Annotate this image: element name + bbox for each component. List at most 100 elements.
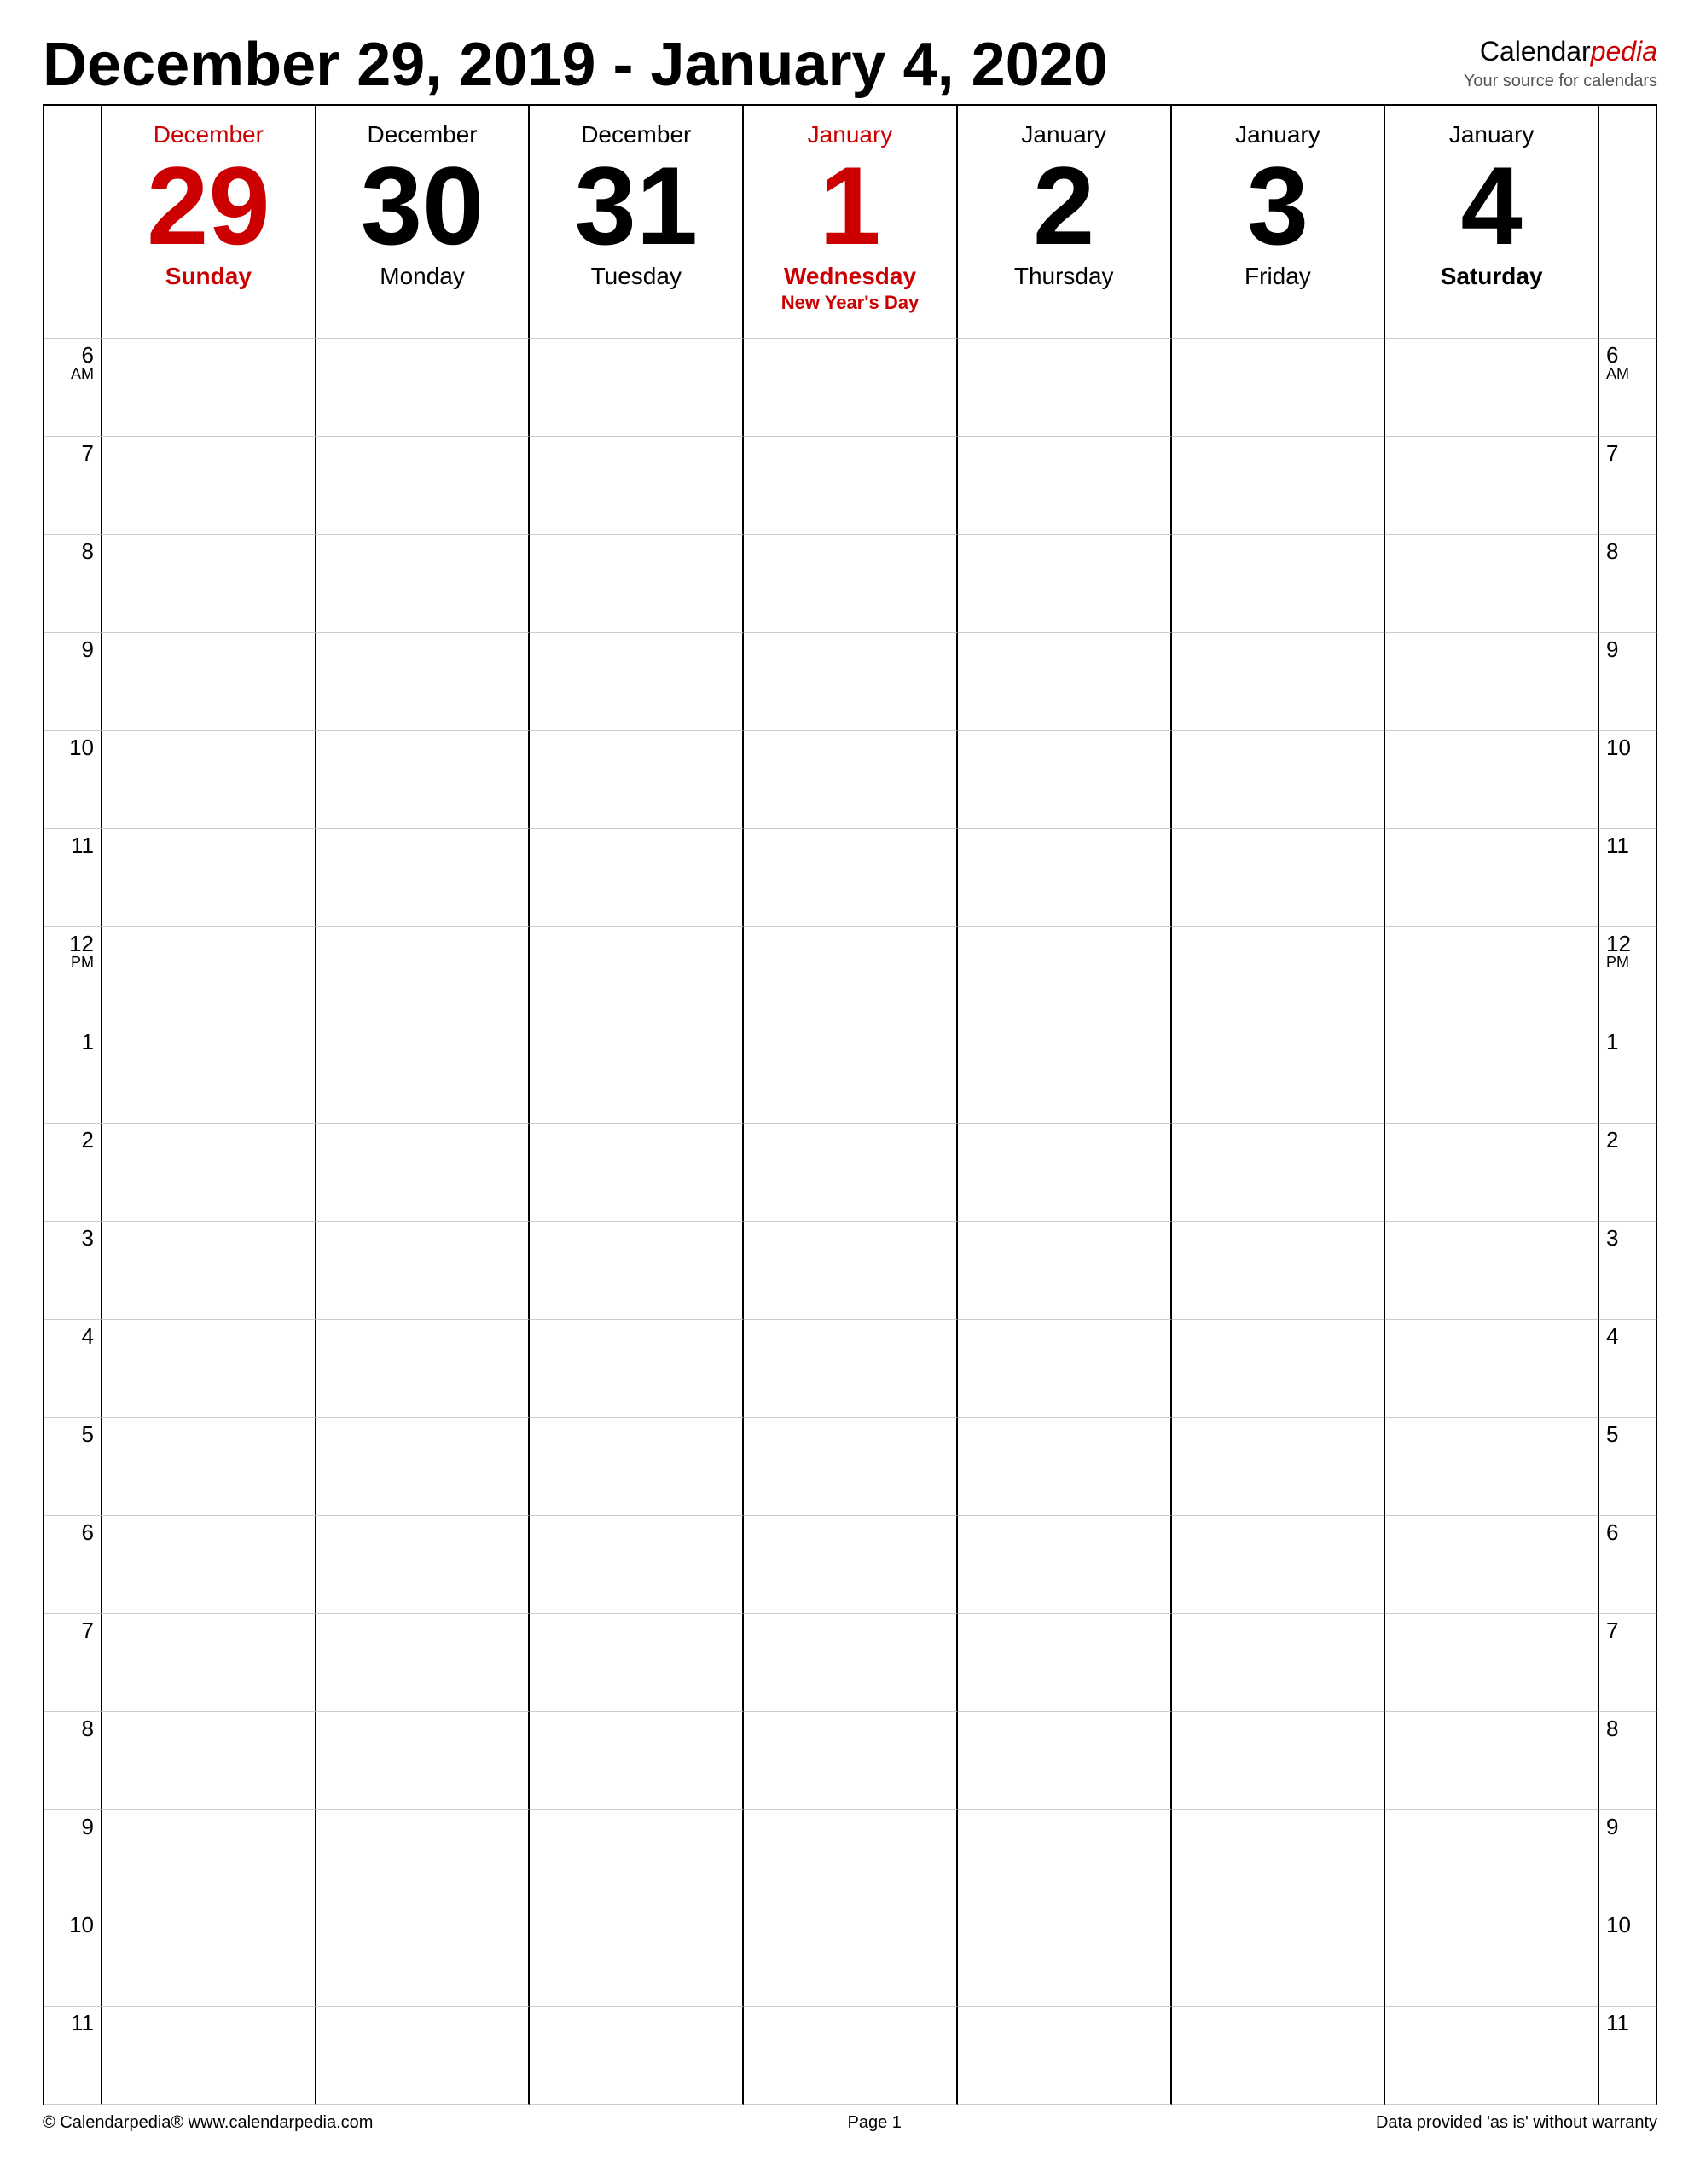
event-cell-row2-day6[interactable]: [1385, 535, 1599, 633]
event-cell-row1-day0[interactable]: [102, 437, 316, 535]
event-cell-row3-day5[interactable]: [1172, 633, 1386, 731]
event-cell-row8-day1[interactable]: [316, 1124, 531, 1222]
event-cell-row14-day5[interactable]: [1172, 1712, 1386, 1810]
event-cell-row9-day1[interactable]: [316, 1222, 531, 1320]
event-cell-row12-day6[interactable]: [1385, 1516, 1599, 1614]
event-cell-row11-day6[interactable]: [1385, 1418, 1599, 1516]
event-cell-row17-day0[interactable]: [102, 2007, 316, 2105]
event-cell-row16-day4[interactable]: [958, 1908, 1172, 2007]
event-cell-row0-day2[interactable]: [530, 339, 744, 437]
event-cell-row11-day4[interactable]: [958, 1418, 1172, 1516]
event-cell-row5-day3[interactable]: [744, 829, 958, 927]
event-cell-row6-day6[interactable]: [1385, 927, 1599, 1025]
event-cell-row14-day2[interactable]: [530, 1712, 744, 1810]
event-cell-row0-day3[interactable]: [744, 339, 958, 437]
event-cell-row3-day4[interactable]: [958, 633, 1172, 731]
event-cell-row14-day4[interactable]: [958, 1712, 1172, 1810]
event-cell-row15-day4[interactable]: [958, 1810, 1172, 1908]
event-cell-row0-day4[interactable]: [958, 339, 1172, 437]
event-cell-row4-day5[interactable]: [1172, 731, 1386, 829]
event-cell-row15-day3[interactable]: [744, 1810, 958, 1908]
event-cell-row7-day3[interactable]: [744, 1025, 958, 1124]
event-cell-row8-day3[interactable]: [744, 1124, 958, 1222]
event-cell-row10-day5[interactable]: [1172, 1320, 1386, 1418]
event-cell-row9-day6[interactable]: [1385, 1222, 1599, 1320]
event-cell-row6-day3[interactable]: [744, 927, 958, 1025]
event-cell-row7-day2[interactable]: [530, 1025, 744, 1124]
event-cell-row8-day0[interactable]: [102, 1124, 316, 1222]
event-cell-row7-day5[interactable]: [1172, 1025, 1386, 1124]
event-cell-row10-day1[interactable]: [316, 1320, 531, 1418]
event-cell-row11-day1[interactable]: [316, 1418, 531, 1516]
event-cell-row10-day2[interactable]: [530, 1320, 744, 1418]
event-cell-row2-day0[interactable]: [102, 535, 316, 633]
event-cell-row12-day4[interactable]: [958, 1516, 1172, 1614]
event-cell-row12-day5[interactable]: [1172, 1516, 1386, 1614]
event-cell-row4-day6[interactable]: [1385, 731, 1599, 829]
event-cell-row10-day4[interactable]: [958, 1320, 1172, 1418]
event-cell-row15-day1[interactable]: [316, 1810, 531, 1908]
event-cell-row16-day0[interactable]: [102, 1908, 316, 2007]
event-cell-row4-day4[interactable]: [958, 731, 1172, 829]
event-cell-row4-day2[interactable]: [530, 731, 744, 829]
event-cell-row1-day2[interactable]: [530, 437, 744, 535]
event-cell-row7-day4[interactable]: [958, 1025, 1172, 1124]
event-cell-row7-day6[interactable]: [1385, 1025, 1599, 1124]
event-cell-row2-day5[interactable]: [1172, 535, 1386, 633]
event-cell-row9-day4[interactable]: [958, 1222, 1172, 1320]
event-cell-row17-day2[interactable]: [530, 2007, 744, 2105]
event-cell-row0-day6[interactable]: [1385, 339, 1599, 437]
event-cell-row16-day1[interactable]: [316, 1908, 531, 2007]
event-cell-row15-day0[interactable]: [102, 1810, 316, 1908]
event-cell-row11-day5[interactable]: [1172, 1418, 1386, 1516]
event-cell-row3-day2[interactable]: [530, 633, 744, 731]
event-cell-row10-day0[interactable]: [102, 1320, 316, 1418]
event-cell-row12-day0[interactable]: [102, 1516, 316, 1614]
event-cell-row9-day5[interactable]: [1172, 1222, 1386, 1320]
event-cell-row12-day1[interactable]: [316, 1516, 531, 1614]
event-cell-row4-day1[interactable]: [316, 731, 531, 829]
event-cell-row1-day4[interactable]: [958, 437, 1172, 535]
event-cell-row16-day5[interactable]: [1172, 1908, 1386, 2007]
event-cell-row1-day5[interactable]: [1172, 437, 1386, 535]
event-cell-row7-day1[interactable]: [316, 1025, 531, 1124]
event-cell-row3-day0[interactable]: [102, 633, 316, 731]
event-cell-row6-day4[interactable]: [958, 927, 1172, 1025]
event-cell-row5-day0[interactable]: [102, 829, 316, 927]
event-cell-row5-day1[interactable]: [316, 829, 531, 927]
event-cell-row3-day1[interactable]: [316, 633, 531, 731]
event-cell-row3-day6[interactable]: [1385, 633, 1599, 731]
event-cell-row1-day3[interactable]: [744, 437, 958, 535]
event-cell-row13-day5[interactable]: [1172, 1614, 1386, 1712]
event-cell-row0-day0[interactable]: [102, 339, 316, 437]
event-cell-row8-day2[interactable]: [530, 1124, 744, 1222]
event-cell-row17-day6[interactable]: [1385, 2007, 1599, 2105]
event-cell-row13-day4[interactable]: [958, 1614, 1172, 1712]
event-cell-row5-day5[interactable]: [1172, 829, 1386, 927]
event-cell-row17-day3[interactable]: [744, 2007, 958, 2105]
event-cell-row15-day6[interactable]: [1385, 1810, 1599, 1908]
event-cell-row4-day3[interactable]: [744, 731, 958, 829]
event-cell-row5-day6[interactable]: [1385, 829, 1599, 927]
event-cell-row14-day0[interactable]: [102, 1712, 316, 1810]
event-cell-row14-day3[interactable]: [744, 1712, 958, 1810]
event-cell-row13-day3[interactable]: [744, 1614, 958, 1712]
event-cell-row0-day5[interactable]: [1172, 339, 1386, 437]
event-cell-row15-day5[interactable]: [1172, 1810, 1386, 1908]
event-cell-row0-day1[interactable]: [316, 339, 531, 437]
event-cell-row10-day6[interactable]: [1385, 1320, 1599, 1418]
event-cell-row2-day2[interactable]: [530, 535, 744, 633]
event-cell-row13-day1[interactable]: [316, 1614, 531, 1712]
event-cell-row16-day6[interactable]: [1385, 1908, 1599, 2007]
event-cell-row17-day4[interactable]: [958, 2007, 1172, 2105]
event-cell-row11-day2[interactable]: [530, 1418, 744, 1516]
event-cell-row8-day6[interactable]: [1385, 1124, 1599, 1222]
event-cell-row9-day2[interactable]: [530, 1222, 744, 1320]
event-cell-row11-day3[interactable]: [744, 1418, 958, 1516]
event-cell-row2-day1[interactable]: [316, 535, 531, 633]
event-cell-row8-day4[interactable]: [958, 1124, 1172, 1222]
event-cell-row13-day2[interactable]: [530, 1614, 744, 1712]
event-cell-row7-day0[interactable]: [102, 1025, 316, 1124]
event-cell-row10-day3[interactable]: [744, 1320, 958, 1418]
event-cell-row6-day5[interactable]: [1172, 927, 1386, 1025]
